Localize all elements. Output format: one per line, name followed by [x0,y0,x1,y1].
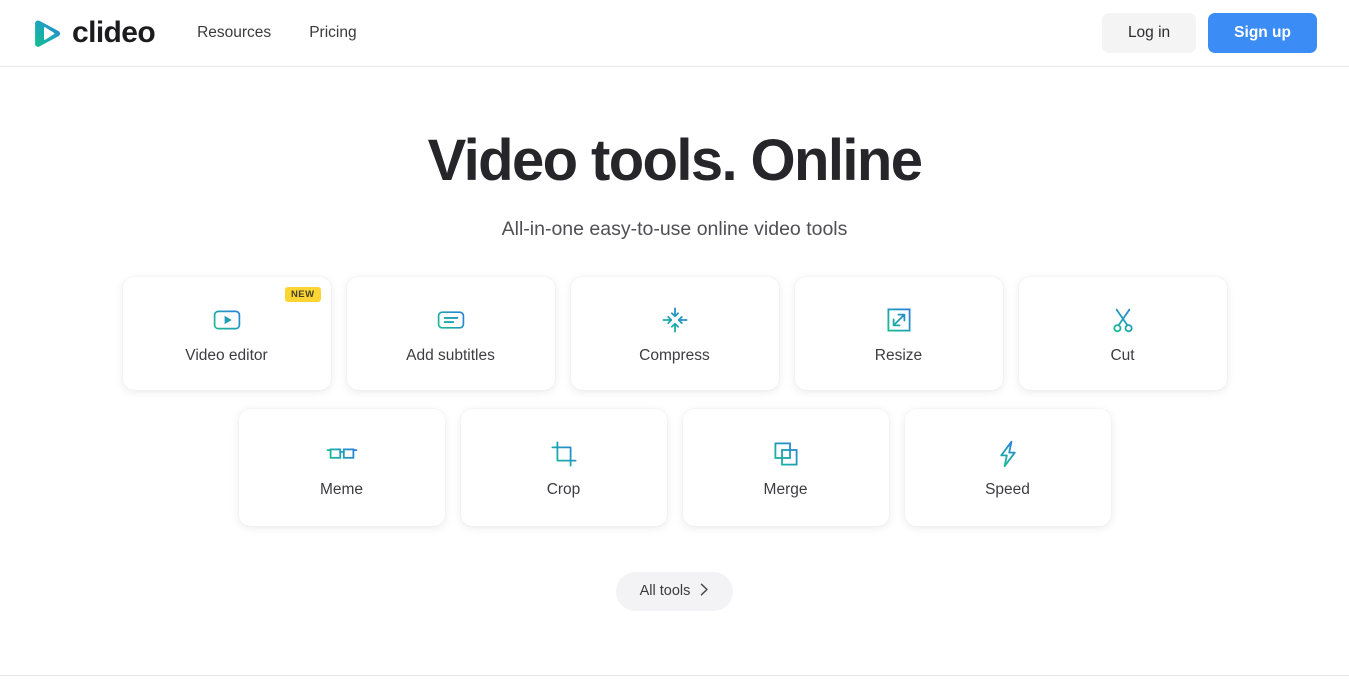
nav-item-pricing[interactable]: Pricing [309,24,356,42]
tool-grid: NEW Video editor Add subtitles Compress … [122,276,1227,526]
resize-icon [882,303,916,337]
compress-icon [658,303,692,337]
tool-label: Video editor [185,346,268,364]
tool-label: Resize [874,346,923,364]
crop-icon [547,437,581,471]
tool-card-compress[interactable]: Compress [570,276,779,390]
page-subtitle: All-in-one easy-to-use online video tool… [501,217,848,240]
tool-card-resize[interactable]: Resize [794,276,1003,390]
main-content: Video tools. Online All-in-one easy-to-u… [0,67,1349,683]
clideo-play-logo-icon [32,18,63,49]
scissors-icon [1106,303,1140,337]
all-tools-label: All tools [639,583,691,600]
brand-logo-link[interactable]: clideo [32,16,156,49]
merge-icon [769,437,803,471]
status-badge-new: NEW [284,286,321,303]
video-editor-icon [210,303,244,337]
header-actions: Log in Sign up [1101,13,1317,53]
signup-button[interactable]: Sign up [1208,13,1317,53]
chevron-right-icon [700,583,709,600]
tool-label: Cut [1110,346,1135,364]
all-tools-button[interactable]: All tools [615,571,734,611]
subtitles-icon [434,303,468,337]
tool-label: Speed [985,480,1030,498]
glasses-icon [325,437,359,471]
login-button[interactable]: Log in [1101,13,1197,53]
all-tools-container: All tools [615,571,734,611]
tool-label: Meme [319,480,364,498]
footer-divider [0,675,1349,676]
tool-card-meme[interactable]: Meme [238,408,445,526]
tool-label: Crop [546,480,581,498]
lightning-icon [991,437,1025,471]
tool-row-primary: NEW Video editor Add subtitles Compress … [122,276,1227,390]
tool-label: Compress [639,346,710,364]
tool-card-add-subtitles[interactable]: Add subtitles [346,276,555,390]
tool-card-cut[interactable]: Cut [1018,276,1227,390]
brand-name: clideo [72,16,156,49]
tool-card-crop[interactable]: Crop [460,408,667,526]
tool-card-speed[interactable]: Speed [904,408,1111,526]
page-title: Video tools. Online [427,128,923,193]
site-header: clideo Resources Pricing Log in Sign up [0,0,1349,67]
tool-label: Add subtitles [406,346,495,364]
tool-card-merge[interactable]: Merge [682,408,889,526]
tool-label: Merge [763,480,808,498]
primary-nav: Resources Pricing [197,24,356,42]
tool-card-video-editor[interactable]: NEW Video editor [122,276,331,390]
nav-item-resources[interactable]: Resources [197,24,271,42]
tool-row-secondary: Meme Crop Merge Speed [238,408,1111,526]
